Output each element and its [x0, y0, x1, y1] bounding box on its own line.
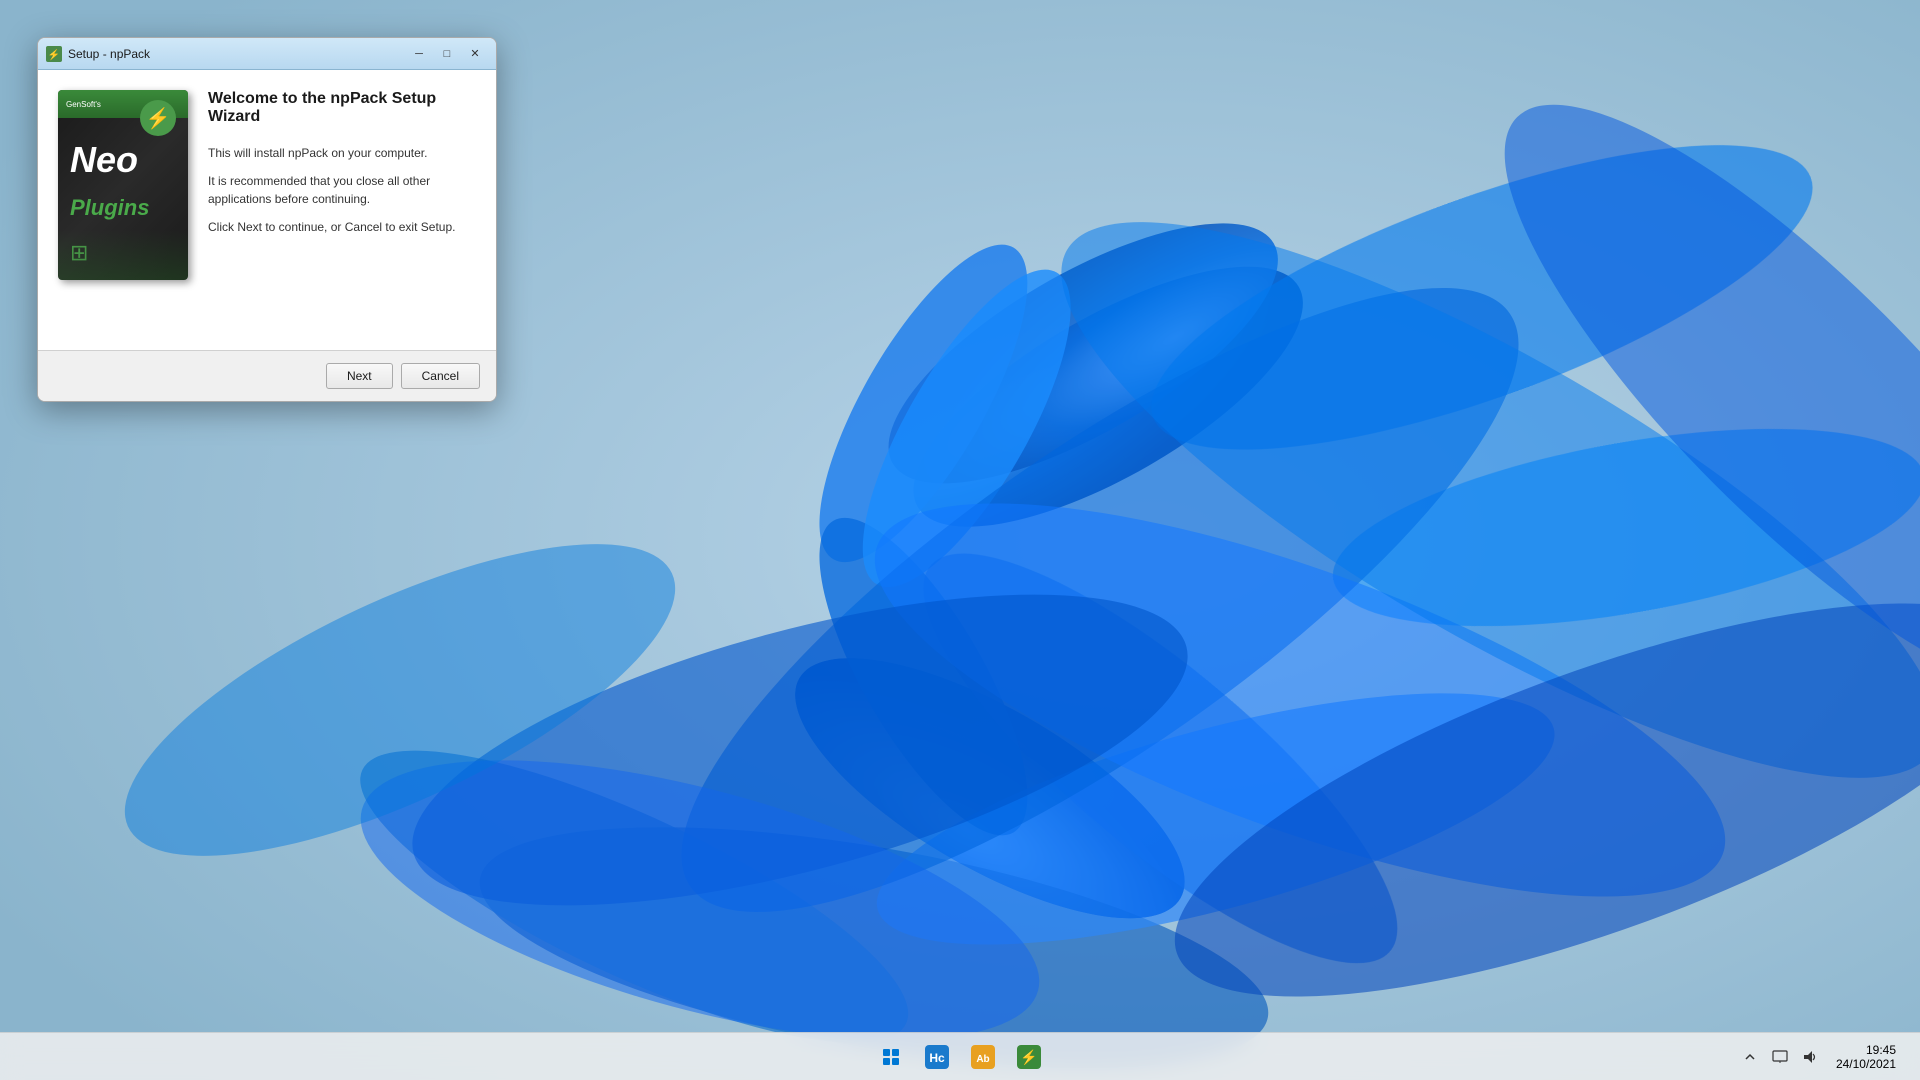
- svg-text:⚡: ⚡: [1020, 1049, 1037, 1066]
- taskbar-plugin-icon[interactable]: ⚡: [1009, 1037, 1049, 1077]
- dialog-title: Setup - npPack: [68, 47, 406, 61]
- svg-text:Hc: Hc: [929, 1051, 945, 1065]
- maximize-button[interactable]: □: [434, 44, 460, 64]
- clock[interactable]: 19:45 24/10/2021: [1828, 1039, 1904, 1075]
- taskbar-hc-icon[interactable]: Hc: [917, 1037, 957, 1077]
- close-button[interactable]: ✕: [462, 44, 488, 64]
- wizard-title: Welcome to the npPack Setup Wizard: [208, 90, 476, 126]
- clock-date: 24/10/2021: [1836, 1057, 1896, 1071]
- next-button[interactable]: Next: [326, 363, 393, 389]
- svg-text:⚡: ⚡: [48, 48, 60, 61]
- dialog-body: GenSoft's ⚡ Neo Plugins ⊞ Welcome to the…: [38, 70, 496, 350]
- taskbar-right: 19:45 24/10/2021: [1736, 1039, 1920, 1075]
- tray-monitor-icon[interactable]: [1766, 1043, 1794, 1071]
- taskbar-ab-icon[interactable]: Ab: [963, 1037, 1003, 1077]
- cancel-button[interactable]: Cancel: [401, 363, 480, 389]
- dialog-text-3: Click Next to continue, or Cancel to exi…: [208, 218, 476, 236]
- dialog-app-icon: ⚡: [46, 46, 62, 62]
- tray-chevron[interactable]: [1736, 1043, 1764, 1071]
- minimize-button[interactable]: ─: [406, 44, 432, 64]
- box-art: GenSoft's ⚡ Neo Plugins ⊞: [58, 90, 188, 280]
- dialog-footer: Next Cancel: [38, 350, 496, 401]
- tray-sound-icon[interactable]: [1796, 1043, 1824, 1071]
- dialog-content: Welcome to the npPack Setup Wizard This …: [208, 90, 476, 330]
- clock-time: 19:45: [1866, 1043, 1896, 1057]
- product-image: GenSoft's ⚡ Neo Plugins ⊞: [58, 90, 188, 280]
- taskbar: Hc Ab ⚡: [0, 1032, 1920, 1080]
- dialog-titlebar: ⚡ Setup - npPack ─ □ ✕: [38, 38, 496, 70]
- product-name: Neo: [70, 142, 138, 178]
- windows-logo: [883, 1049, 899, 1065]
- product-subtitle: Plugins: [70, 195, 149, 221]
- dialog-window-controls: ─ □ ✕: [406, 44, 488, 64]
- setup-dialog: ⚡ Setup - npPack ─ □ ✕ GenSoft's ⚡ Neo: [37, 37, 497, 402]
- svg-text:Ab: Ab: [976, 1054, 989, 1065]
- taskbar-center: Hc Ab ⚡: [871, 1037, 1049, 1077]
- plug-icon: ⚡: [140, 100, 176, 136]
- start-button[interactable]: [871, 1037, 911, 1077]
- system-tray: [1736, 1043, 1824, 1071]
- box-stripe: [58, 230, 188, 280]
- dialog-text-1: This will install npPack on your compute…: [208, 144, 476, 162]
- dialog-text-2: It is recommended that you close all oth…: [208, 172, 476, 208]
- desktop: ⚡ Setup - npPack ─ □ ✕ GenSoft's ⚡ Neo: [0, 0, 1920, 1080]
